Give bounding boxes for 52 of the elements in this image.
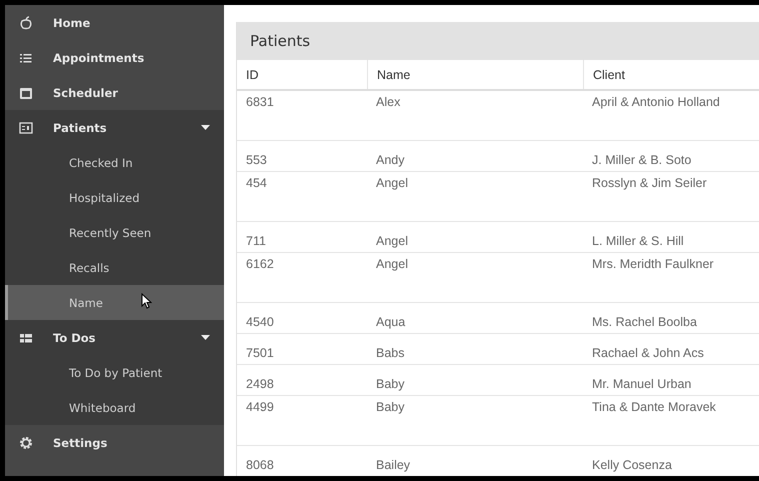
table-cell-text: Tina & Dante Moravek bbox=[591, 399, 717, 416]
nav-subitem[interactable]: Checked In bbox=[5, 145, 224, 180]
table-cell-text: Alex bbox=[375, 94, 402, 111]
table-cell-text: Aqua bbox=[375, 314, 406, 329]
column-header[interactable]: ID bbox=[237, 60, 367, 89]
table-cell-text: 4540 bbox=[245, 314, 275, 329]
nav-subitem[interactable]: Recently Seen bbox=[5, 215, 224, 250]
nav-item[interactable]: Settings bbox=[5, 425, 224, 460]
table-cell-text: 454 bbox=[245, 175, 268, 192]
nav-subitem[interactable]: To Do by Patient bbox=[5, 355, 224, 390]
table-cell-text: Mrs. Meridth Faulkner bbox=[591, 256, 715, 273]
table-cell-text: Babs bbox=[375, 345, 406, 360]
table-cell-text: 4499 bbox=[245, 399, 275, 416]
table-cell-text: 553 bbox=[245, 152, 268, 167]
table-cell-text: J. Miller & B. Soto bbox=[591, 152, 692, 167]
nav-subitem[interactable]: Whiteboard bbox=[5, 390, 224, 425]
column-header[interactable]: Name bbox=[367, 60, 583, 89]
apple-icon bbox=[19, 16, 33, 30]
cursor-icon bbox=[141, 293, 152, 309]
table-cell-text: Rosslyn & Jim Seiler bbox=[591, 175, 708, 192]
table-cell-text: Angel bbox=[375, 233, 409, 248]
table-cell-text: L. Miller & S. Hill bbox=[591, 233, 685, 248]
table-cell-text: Rachael & John Acs bbox=[591, 345, 705, 360]
table-cell-text: Mr. Manuel Urban bbox=[591, 376, 692, 391]
column-header[interactable]: Client bbox=[583, 60, 759, 89]
table-cell-text: Andy bbox=[375, 152, 406, 167]
id-card-icon bbox=[19, 120, 33, 134]
nav-subitem[interactable]: Recalls bbox=[5, 250, 224, 285]
table-cell-text: 8068 bbox=[245, 457, 275, 472]
table-cell-text: Baby bbox=[375, 399, 406, 416]
table-cell-text: 7501 bbox=[245, 345, 275, 360]
table-cell-text: Bailey bbox=[375, 457, 412, 472]
panel-title: Patients bbox=[237, 22, 759, 60]
nav-item[interactable]: Appointments bbox=[5, 40, 224, 75]
nav-subitem[interactable]: Name bbox=[5, 285, 224, 320]
table-cell-text: 6831 bbox=[245, 94, 275, 111]
nav-item[interactable]: Home bbox=[5, 5, 224, 40]
table-cell-text: 711 bbox=[245, 233, 267, 248]
table-cell-text: 6162 bbox=[245, 256, 275, 273]
table-cell-text: Baby bbox=[375, 376, 406, 391]
table-cell-text: April & Antonio Holland bbox=[591, 94, 721, 111]
nav-item[interactable]: Scheduler bbox=[5, 75, 224, 110]
table-cell-text: Angel bbox=[375, 175, 409, 192]
table-cell-text: 2498 bbox=[245, 376, 275, 391]
nav-subitem[interactable]: Hospitalized bbox=[5, 180, 224, 215]
table-cell-text: Kelly Cosenza bbox=[591, 457, 673, 472]
table-cell-text: Ms. Rachel Boolba bbox=[591, 314, 698, 329]
settings-icon bbox=[19, 436, 33, 450]
nav-item[interactable]: Patients bbox=[5, 110, 224, 145]
table-cell-text: Angel bbox=[375, 256, 409, 273]
nav-item[interactable]: To Dos bbox=[5, 320, 224, 355]
calendar-icon bbox=[19, 86, 33, 100]
